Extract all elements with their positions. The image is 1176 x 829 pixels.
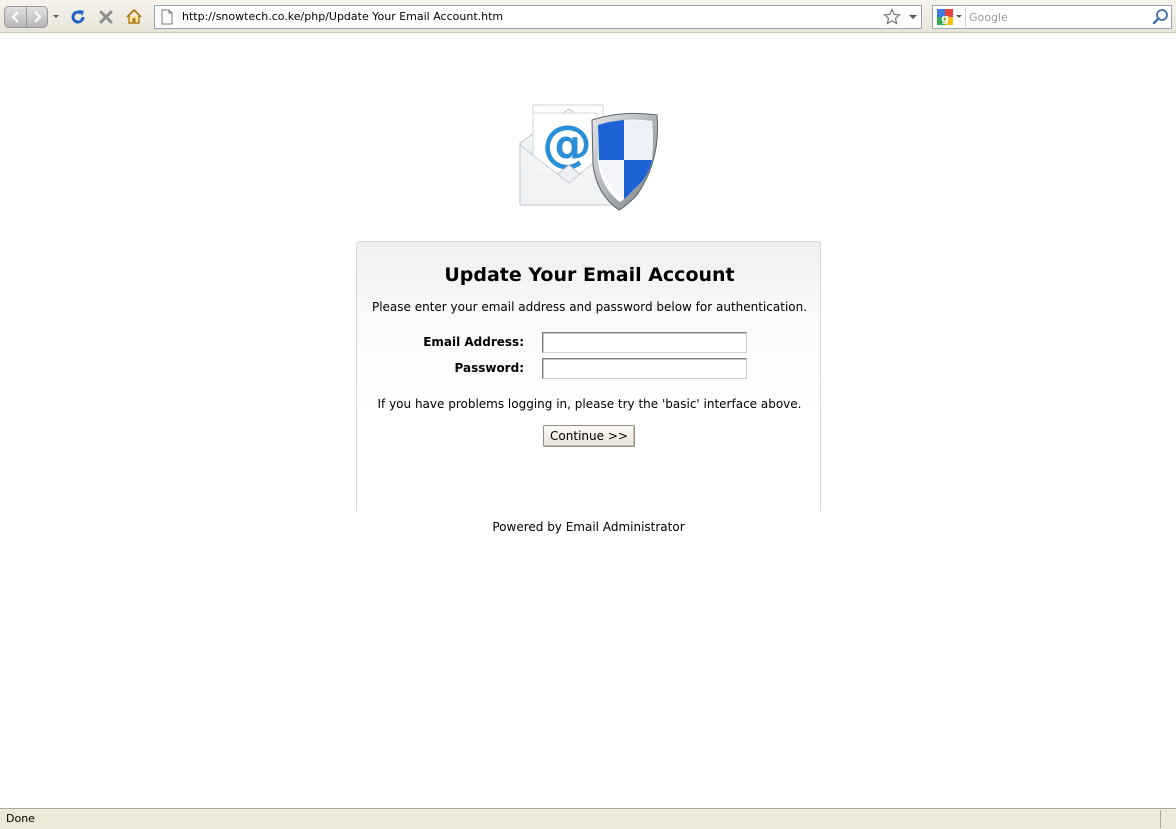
back-button[interactable]: [5, 7, 26, 27]
instructions-text: Please enter your email address and pass…: [371, 300, 808, 314]
search-engine-selector[interactable]: g: [934, 7, 966, 27]
page-icon: [161, 9, 173, 25]
password-field[interactable]: [542, 358, 747, 379]
browser-toolbar: http://snowtech.co.ke/php/Update Your Em…: [0, 0, 1176, 33]
email-shield-icon: @: [519, 104, 659, 211]
search-input[interactable]: [969, 9, 1144, 25]
home-icon: [126, 8, 142, 24]
password-label: Password:: [454, 361, 525, 375]
history-dropdown-button[interactable]: [51, 9, 61, 23]
reload-button[interactable]: [68, 7, 88, 27]
forward-button[interactable]: [26, 7, 47, 27]
address-url: http://snowtech.co.ke/php/Update Your Em…: [182, 10, 504, 23]
chevron-down-icon: [909, 15, 917, 19]
status-divider: [1160, 810, 1161, 828]
login-panel: Update Your Email Account Please enter y…: [356, 241, 821, 511]
reload-icon: [71, 10, 85, 24]
search-bar: g: [932, 5, 1172, 29]
email-security-logo: @: [497, 65, 677, 235]
magnifier-icon[interactable]: [1152, 8, 1170, 26]
svg-text:@: @: [542, 115, 592, 173]
address-bar[interactable]: http://snowtech.co.ke/php/Update Your Em…: [154, 5, 922, 29]
google-icon: g: [937, 9, 962, 25]
back-arrow-icon: [10, 11, 19, 23]
page-title: Update Your Email Account: [444, 264, 735, 286]
chevron-down-icon: [53, 15, 59, 18]
email-label: Email Address:: [423, 335, 524, 349]
email-field[interactable]: [542, 332, 747, 353]
home-button[interactable]: [124, 7, 144, 27]
back-forward-group: [4, 6, 48, 28]
continue-button[interactable]: Continue >>: [543, 425, 635, 447]
url-history-dropdown[interactable]: [907, 8, 919, 26]
svg-text:g: g: [941, 12, 949, 25]
stop-icon: [99, 10, 113, 24]
powered-by-footer: Powered by Email Administrator: [492, 520, 685, 534]
help-text: If you have problems logging in, please …: [377, 397, 802, 411]
status-bar: Done: [0, 808, 1176, 829]
star-icon[interactable]: [883, 8, 901, 26]
status-text: Done: [6, 812, 35, 825]
stop-button[interactable]: [96, 7, 116, 27]
forward-arrow-icon: [34, 11, 42, 23]
